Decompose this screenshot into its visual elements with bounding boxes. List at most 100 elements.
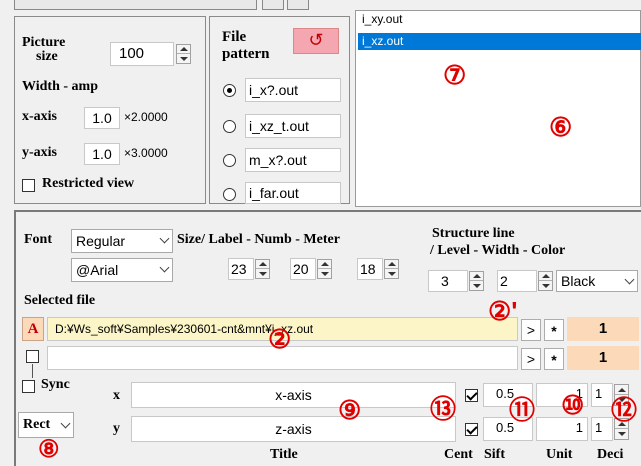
reset-pattern-button[interactable]: ↺ <box>293 28 339 54</box>
file-b-checkbox[interactable] <box>26 350 39 363</box>
pattern-radio-2[interactable] <box>223 120 236 133</box>
x-axis-amp-label: x-axis <box>22 109 57 124</box>
font-style-select[interactable]: Regular <box>71 229 173 253</box>
selected-file-value-2-text: 1 <box>598 349 608 366</box>
pattern-option-1[interactable]: i_x?.out <box>245 78 341 102</box>
deci-column-label: Deci <box>597 447 624 462</box>
y-unit-input[interactable]: 1 <box>536 417 588 441</box>
picture-size-input[interactable]: 100 <box>110 42 174 66</box>
x-title-input[interactable]: x-axis <box>131 382 456 408</box>
file-list-item-2[interactable]: i_xz.out <box>358 33 641 50</box>
pattern-option-4[interactable]: i_far.out <box>245 182 341 204</box>
file-pattern-line1: File <box>222 29 247 45</box>
top-partial-button-1[interactable] <box>262 0 284 10</box>
chevron-down-icon <box>624 274 635 285</box>
structure-color-value: Black <box>561 273 596 289</box>
top-partial-bar <box>14 0 257 10</box>
coord-type-value: Rect <box>23 417 51 432</box>
y-axis-amp-input[interactable]: 1.0 <box>84 143 120 165</box>
selected-file-value-1[interactable]: 1 <box>567 317 639 341</box>
unit-column-label: Unit <box>546 447 573 462</box>
font-face-select[interactable]: @Arial <box>71 258 173 282</box>
cent-column-label: Cent <box>444 447 473 462</box>
font-style-value: Regular <box>76 233 126 249</box>
structure-title-1: Structure line <box>432 226 515 241</box>
y-deci-input[interactable]: 1 <box>591 417 613 441</box>
x-title-text: x-axis <box>275 387 312 403</box>
picture-label-line2: size <box>36 49 58 64</box>
pattern-radio-3[interactable] <box>223 154 236 167</box>
file-link-bracket <box>32 364 33 378</box>
x-cent-checkbox[interactable] <box>465 389 478 402</box>
star-button-2[interactable]: * <box>544 348 564 370</box>
annotation-9: ⑨ <box>338 395 362 425</box>
picture-label-line1: Picture <box>22 35 66 50</box>
annotation-8: ⑧ <box>38 436 60 463</box>
x-axis-multiplier: ×2.0000 <box>124 110 168 124</box>
selected-file-label: Selected file <box>24 293 96 308</box>
restricted-view-label: Restricted view <box>42 176 135 191</box>
annotation-2-prime: ②' <box>488 296 518 326</box>
x-axis-amp-input[interactable]: 1.0 <box>84 107 120 129</box>
annotation-11: ⑪ <box>509 395 536 425</box>
pattern-option-3[interactable]: m_x?.out <box>245 148 341 172</box>
y-axis-amp-label: y-axis <box>22 145 57 160</box>
y-letter: y <box>113 421 120 436</box>
sift-column-label: Sift <box>484 447 505 462</box>
width-amp-label: Width - amp <box>22 79 98 94</box>
browse-button-1[interactable]: > <box>521 319 541 341</box>
annotation-12: ⑫ <box>611 395 638 425</box>
structure-line-label: Structure line / Level - Width - Color <box>430 225 565 259</box>
font-face-value: @Arial <box>76 262 119 278</box>
file-a-tag: A <box>27 321 39 337</box>
sync-label: Sync <box>41 377 70 392</box>
file-pattern-label: File pattern <box>222 29 270 63</box>
size-label-numb-meter: Size/ Label - Numb - Meter <box>177 232 340 247</box>
structure-width-stepper[interactable] <box>538 271 553 291</box>
browse-button-2[interactable]: > <box>521 348 541 370</box>
coord-type-select[interactable]: Rect <box>18 412 74 438</box>
label-size-input[interactable]: 23 <box>228 258 254 280</box>
annotation-2: ② <box>268 324 292 354</box>
restricted-view-checkbox[interactable] <box>22 179 35 192</box>
structure-width-input[interactable]: 2 <box>497 270 537 292</box>
star-button-1[interactable]: * <box>544 319 564 341</box>
sync-checkbox[interactable] <box>22 380 35 393</box>
numb-size-stepper[interactable] <box>317 259 332 279</box>
label-size-stepper[interactable] <box>255 259 270 279</box>
file-list-item-1[interactable]: i_xy.out <box>362 12 402 26</box>
y-axis-multiplier: ×3.0000 <box>124 146 168 160</box>
annotation-10: ⑩ <box>561 390 585 420</box>
y-title-input[interactable]: z-axis <box>131 416 456 442</box>
selected-file-value-1-text: 1 <box>598 320 608 337</box>
pattern-radio-1[interactable] <box>223 84 236 97</box>
x-deci-input[interactable]: 1 <box>591 383 613 407</box>
selected-file-value-2[interactable]: 1 <box>567 346 639 370</box>
pattern-option-2[interactable]: i_xz_t.out <box>245 114 341 138</box>
structure-level-stepper[interactable] <box>469 271 484 291</box>
annotation-6: ⑥ <box>549 112 573 142</box>
structure-color-select[interactable]: Black <box>556 270 638 292</box>
refresh-icon: ↺ <box>308 30 324 50</box>
structure-title-2: / Level - Width - Color <box>430 243 566 258</box>
annotation-7: ⑦ <box>443 60 467 90</box>
y-title-text: z-axis <box>275 421 312 437</box>
annotation-13: ⑬ <box>430 394 457 424</box>
file-a-button[interactable]: A <box>22 317 44 341</box>
title-column-label: Title <box>270 447 298 462</box>
meter-size-input[interactable]: 18 <box>357 258 383 280</box>
numb-size-input[interactable]: 20 <box>290 258 316 280</box>
structure-level-input[interactable]: 3 <box>428 270 468 292</box>
pattern-radio-4[interactable] <box>223 188 236 201</box>
chevron-down-icon <box>159 233 170 244</box>
y-cent-checkbox[interactable] <box>465 423 478 436</box>
font-label: Font <box>24 232 52 247</box>
file-pattern-line2: pattern <box>222 46 270 62</box>
chevron-down-icon <box>60 418 71 429</box>
meter-size-stepper[interactable] <box>384 259 399 279</box>
picture-size-label: Picture size <box>22 36 65 64</box>
chevron-down-icon <box>159 262 170 273</box>
top-partial-button-2[interactable] <box>287 0 309 10</box>
picture-size-stepper[interactable] <box>176 44 191 64</box>
x-letter: x <box>113 388 120 403</box>
